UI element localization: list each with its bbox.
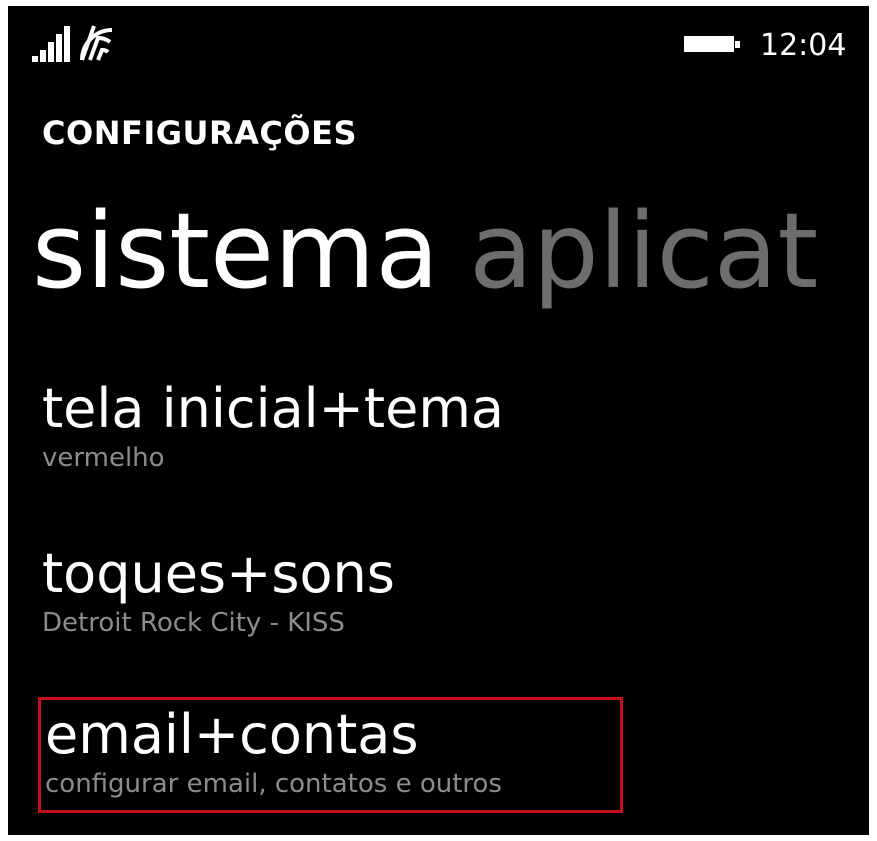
setting-subtitle: configurar email, contatos e outros — [45, 769, 502, 799]
setting-item-ringtones-sounds[interactable]: toques+sons Detroit Rock City - KISS — [42, 543, 395, 639]
cellular-signal-icon — [32, 26, 72, 62]
pivot-header[interactable]: sistema aplicat — [32, 196, 818, 306]
setting-subtitle: vermelho — [42, 443, 165, 473]
setting-title: toques+sons — [42, 542, 395, 605]
setting-item-start-theme[interactable]: tela inicial+tema vermelho — [42, 378, 504, 474]
setting-title: email+contas — [45, 703, 419, 766]
pivot-item-sistema[interactable]: sistema — [32, 190, 439, 312]
status-clock: 12:04 — [760, 28, 847, 63]
setting-subtitle: Detroit Rock City - KISS — [42, 608, 345, 638]
wifi-icon — [78, 22, 114, 62]
phone-screen: 12:04 CONFIGURAÇÕES sistema aplicat tela … — [8, 6, 869, 835]
app-title: CONFIGURAÇÕES — [42, 114, 357, 152]
status-bar: 12:04 — [8, 6, 869, 76]
setting-item-email-accounts[interactable]: email+contas configurar email, contatos … — [38, 697, 623, 813]
pivot-item-aplicativos[interactable]: aplicat — [469, 190, 818, 312]
setting-title: tela inicial+tema — [42, 377, 505, 440]
battery-icon — [684, 36, 744, 58]
